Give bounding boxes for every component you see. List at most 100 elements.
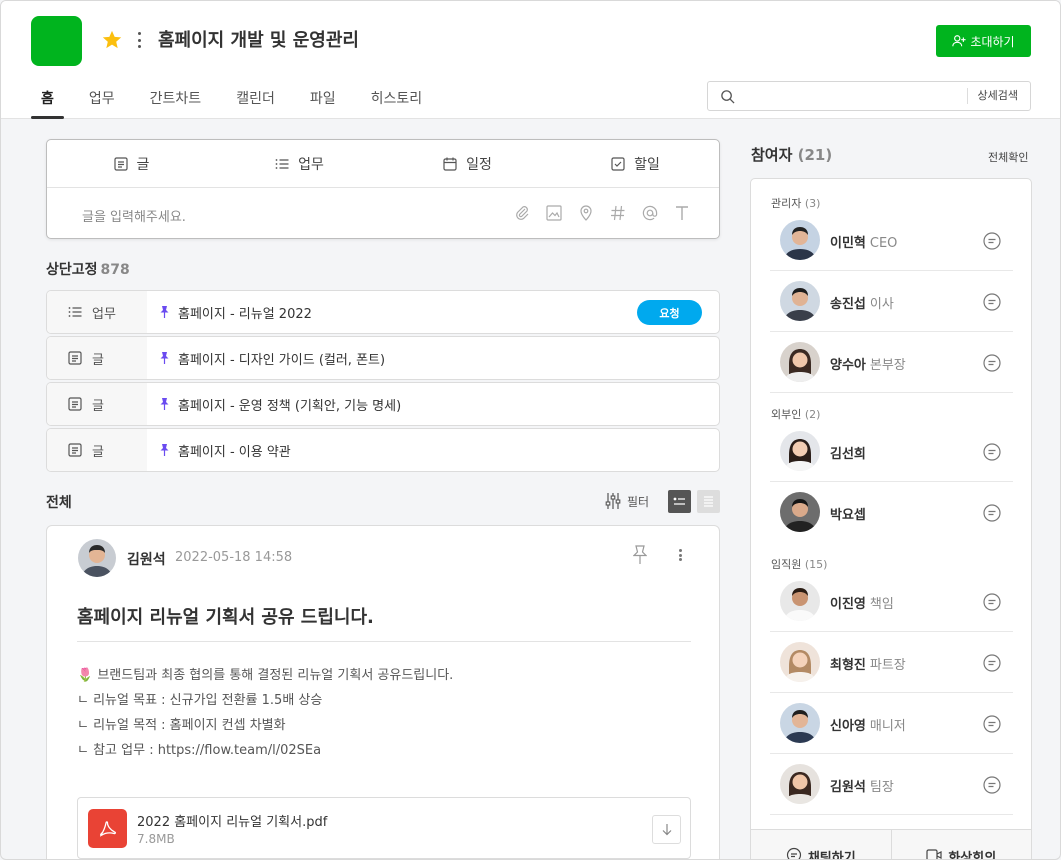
video-meeting-label: 화상회의 (948, 851, 997, 860)
pinned-item-label: 홈페이지 - 이용 약관 (178, 444, 291, 460)
post-author[interactable]: 김원석 (127, 549, 166, 569)
start-chat-label: 채팅하기 (807, 851, 856, 860)
participant-row[interactable]: 신아영 매니저 (770, 693, 1013, 754)
add-user-icon (952, 35, 966, 47)
chat-icon[interactable] (982, 353, 1002, 373)
chat-icon[interactable] (982, 653, 1002, 673)
card-view-button[interactable] (668, 490, 691, 513)
invite-button[interactable]: 초대하기 (936, 25, 1031, 57)
pin-post-icon[interactable] (633, 545, 647, 565)
list-view-icon (697, 490, 720, 513)
list-view-button[interactable] (697, 490, 720, 513)
search-icon (721, 90, 735, 104)
participant-row[interactable]: 박요셉 (770, 482, 1013, 543)
chat-icon[interactable] (982, 442, 1002, 462)
pin-icon (160, 398, 169, 410)
post-more-icon[interactable] (675, 546, 685, 564)
download-icon (662, 823, 671, 835)
location-icon[interactable] (577, 204, 595, 222)
participant-row[interactable]: 김선희 (770, 421, 1013, 482)
text-format-icon[interactable] (673, 204, 691, 222)
participant-row[interactable]: 이민혁 CEO (770, 210, 1013, 271)
hashtag-icon[interactable] (609, 204, 627, 222)
participant-name: 송진섭 이사 (830, 297, 894, 312)
composer-tools (513, 204, 691, 222)
participant-name: 김선희 (830, 447, 866, 462)
image-icon[interactable] (545, 204, 563, 222)
participant-row[interactable]: 송진섭 이사 (770, 271, 1013, 332)
author-avatar[interactable] (78, 539, 116, 577)
composer-tab-label: 업무 (298, 156, 324, 173)
post-date: 2022-05-18 14:58 (175, 550, 293, 565)
participant-name: 양수아 본부장 (830, 358, 906, 373)
group-count: (3) (804, 197, 821, 210)
composer-tab-task[interactable]: 업무 (215, 140, 383, 187)
tab-files[interactable]: 파일 (310, 87, 336, 119)
pinned-item[interactable]: 업무 홈페이지 - 리뉴얼 2022 요청 (46, 290, 720, 334)
participants-footer: 채팅하기 화상회의 (751, 829, 1032, 860)
chat-icon[interactable] (982, 714, 1002, 734)
tab-history[interactable]: 히스토리 (371, 87, 423, 119)
invite-label: 초대하기 (970, 34, 1015, 49)
tab-calendar[interactable]: 캘린더 (236, 87, 275, 119)
post-divider (77, 641, 691, 642)
pinned-item[interactable]: 글 홈페이지 - 운영 정책 (기획안, 기능 명세) (46, 382, 720, 426)
calendar-icon (443, 157, 457, 171)
pinned-item-text: 홈페이지 - 이용 약관 (159, 429, 291, 471)
pinned-item-type-label: 글 (92, 398, 104, 414)
app-window: 홈페이지 개발 및 운영관리 초대하기 홈 업무 간트차트 캘린더 파일 히스토… (0, 0, 1061, 860)
avatar (780, 342, 820, 382)
request-status-badge: 요청 (637, 300, 702, 325)
advanced-search-button[interactable]: 상세검색 (966, 88, 1030, 104)
participant-row[interactable]: 김원석 팀장 (770, 754, 1013, 815)
avatar (780, 764, 820, 804)
pinned-item-type: 글 (47, 337, 147, 379)
tab-tasks[interactable]: 업무 (89, 87, 115, 119)
avatar-image (78, 539, 116, 577)
participant-name: 최형진 파트장 (830, 658, 906, 673)
participant-row[interactable]: 이진영 책임 (770, 571, 1013, 632)
project-more-icon[interactable] (133, 29, 145, 51)
pinned-item-text: 홈페이지 - 운영 정책 (기획안, 기능 명세) (159, 383, 401, 425)
pin-icon (160, 444, 169, 456)
start-chat-button[interactable]: 채팅하기 (751, 830, 891, 860)
attachment-card[interactable]: 2022 홈페이지 리뉴얼 기획서.pdf 7.8MB (77, 797, 691, 859)
composer-tab-label: 글 (136, 156, 150, 173)
filter-button[interactable]: 필터 (605, 492, 649, 510)
chat-icon[interactable] (982, 231, 1002, 251)
star-icon[interactable] (101, 29, 123, 51)
group-label-admin: 관리자 (3) (771, 195, 820, 211)
post-composer: 글 업무 일정 할일 글을 입력해주세요. (46, 139, 720, 239)
participant-name: 신아영 매니저 (830, 719, 906, 734)
chat-icon[interactable] (982, 775, 1002, 795)
chat-icon[interactable] (982, 292, 1002, 312)
participant-name: 이민혁 CEO (830, 236, 898, 251)
participant-row[interactable]: 최형진 파트장 (770, 632, 1013, 693)
group-label-text: 외부인 (771, 408, 802, 421)
pinned-item[interactable]: 글 홈페이지 - 디자인 가이드 (컬러, 폰트) (46, 336, 720, 380)
composer-tab-schedule[interactable]: 일정 (383, 140, 551, 187)
download-button[interactable] (652, 815, 681, 844)
view-all-participants-link[interactable]: 전체확인 (988, 149, 1028, 165)
group-label-external: 외부인 (2) (771, 406, 820, 422)
chat-icon[interactable] (982, 592, 1002, 612)
pin-icon (160, 306, 169, 318)
pinned-item[interactable]: 글 홈페이지 - 이용 약관 (46, 428, 720, 472)
search-input[interactable] (744, 86, 964, 106)
tab-home[interactable]: 홈 (31, 87, 64, 119)
composer-tab-post[interactable]: 글 (47, 140, 215, 187)
composer-input[interactable]: 글을 입력해주세요. (82, 206, 186, 225)
chat-icon[interactable] (982, 503, 1002, 523)
mention-icon[interactable] (641, 204, 659, 222)
search-box: 상세검색 (707, 81, 1031, 111)
participant-row[interactable]: 양수아 본부장 (770, 332, 1013, 393)
post-body-line: ㄴ 리뉴얼 목적 : 홈페이지 컨셉 차별화 (77, 718, 286, 733)
pinned-item-type-label: 글 (92, 444, 104, 460)
participants-title: 참여자 (21) (751, 144, 832, 165)
composer-tab-todo[interactable]: 할일 (551, 140, 719, 187)
pinned-item-type-label: 글 (92, 352, 104, 368)
tab-gantt[interactable]: 간트차트 (150, 87, 202, 119)
attach-icon[interactable] (513, 204, 531, 222)
video-meeting-button[interactable]: 화상회의 (890, 830, 1032, 860)
project-logo (31, 16, 82, 66)
